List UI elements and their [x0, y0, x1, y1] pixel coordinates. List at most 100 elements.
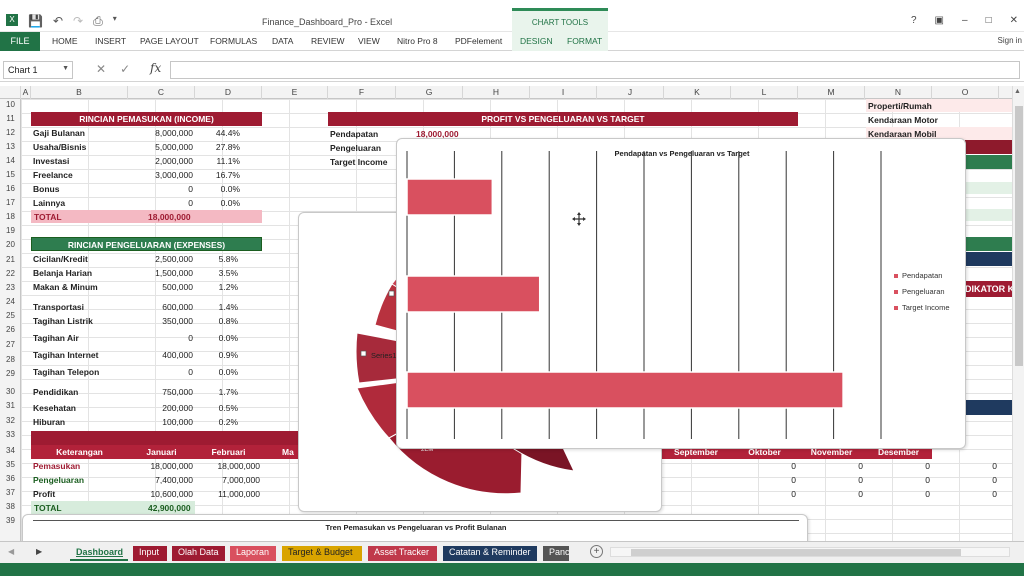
col-header-k[interactable]: K — [664, 86, 731, 99]
close-button[interactable]: ✕ — [1010, 15, 1018, 26]
col-header-h[interactable]: H — [463, 86, 530, 99]
row-header[interactable]: 35 — [0, 460, 21, 469]
cancel-icon[interactable]: ✕ — [96, 62, 106, 76]
help-button[interactable]: ? — [911, 15, 917, 26]
expense-value: 2,500,000 — [155, 254, 193, 264]
row-header[interactable]: 32 — [0, 416, 21, 425]
sheet-tab[interactable]: Catatan & Reminder — [443, 546, 537, 561]
trend-chart[interactable]: Tren Pemasukan vs Pengeluaran vs Profit … — [22, 514, 808, 544]
row-header[interactable]: 19 — [0, 226, 21, 235]
row-header[interactable]: 29 — [0, 369, 21, 378]
row-header[interactable]: 15 — [0, 170, 21, 179]
tab-insert[interactable]: INSERT — [95, 36, 126, 46]
tab-data[interactable]: DATA — [272, 36, 293, 46]
row-header[interactable]: 25 — [0, 311, 21, 320]
bar-pendapatan[interactable] — [406, 178, 494, 216]
bar-pengeluaran[interactable] — [406, 275, 541, 313]
row-header[interactable]: 12 — [0, 128, 21, 137]
col-header-i[interactable]: I — [530, 86, 597, 99]
scroll-tabs-right-icon[interactable]: ▶ — [36, 547, 42, 556]
row-header[interactable]: 18 — [0, 212, 21, 221]
row-header[interactable]: 39 — [0, 516, 21, 525]
horizontal-scroll-thumb[interactable] — [631, 549, 961, 556]
row-header[interactable]: 14 — [0, 156, 21, 165]
col-header-g[interactable]: G — [396, 86, 463, 99]
maximize-button[interactable]: □ — [986, 15, 992, 26]
tab-format[interactable]: FORMAT — [567, 36, 602, 46]
row-header[interactable]: 22 — [0, 269, 21, 278]
sheet-tab[interactable]: Asset Tracker — [368, 546, 437, 561]
scroll-up-icon[interactable]: ▲ — [1014, 88, 1021, 95]
tab-design[interactable]: DESIGN — [520, 36, 553, 46]
file-tab[interactable]: FILE — [0, 32, 40, 51]
sheet-tab[interactable]: Input — [133, 546, 167, 561]
row-header[interactable]: 20 — [0, 240, 21, 249]
row-header[interactable]: 34 — [0, 446, 21, 455]
tab-page-layout[interactable]: PAGE LAYOUT — [140, 36, 199, 46]
row-header[interactable]: 17 — [0, 198, 21, 207]
tab-formulas[interactable]: FORMULAS — [210, 36, 257, 46]
vertical-scroll-thumb[interactable] — [1015, 106, 1023, 366]
row-header[interactable]: 37 — [0, 488, 21, 497]
name-box[interactable]: Chart 1 ▼ — [3, 61, 73, 79]
col-header-j[interactable]: J — [597, 86, 664, 99]
row-header[interactable]: 10 — [0, 100, 21, 109]
tab-pdfelement[interactable]: PDFelement — [455, 36, 502, 46]
sheet-tab[interactable]: Laporan — [230, 546, 276, 561]
col-header-m[interactable]: M — [798, 86, 865, 99]
tab-nitro[interactable]: Nitro Pro 8 — [397, 36, 438, 46]
row-header[interactable]: 23 — [0, 283, 21, 292]
col-header-e[interactable]: E — [262, 86, 328, 99]
row-header[interactable]: 27 — [0, 340, 21, 349]
col-header-o[interactable]: O — [932, 86, 999, 99]
redo-icon[interactable]: ↷ — [73, 14, 83, 29]
minimize-button[interactable]: – — [962, 15, 968, 26]
horizontal-scrollbar[interactable] — [610, 547, 1010, 557]
col-header-f[interactable]: F — [328, 86, 396, 99]
row-header[interactable]: 24 — [0, 297, 21, 306]
insert-function-icon[interactable]: fx — [150, 61, 161, 75]
col-header-b[interactable]: B — [31, 86, 128, 99]
row-header[interactable]: 13 — [0, 142, 21, 151]
row-header[interactable]: 33 — [0, 430, 21, 439]
sheet-tab[interactable]: Panc — [543, 546, 569, 561]
row-header[interactable]: 30 — [0, 387, 21, 396]
pie-handle[interactable] — [388, 290, 395, 297]
tab-view[interactable]: VIEW — [358, 36, 380, 46]
tab-home[interactable]: HOME — [52, 36, 78, 46]
bar-chart[interactable]: Pendapatan vs Pengeluaran vs Target Pend… — [396, 138, 966, 449]
bar-target-income[interactable] — [406, 371, 844, 409]
vertical-scrollbar[interactable]: ▲ — [1012, 86, 1024, 541]
row-header[interactable]: 16 — [0, 184, 21, 193]
row-header[interactable]: 38 — [0, 502, 21, 511]
col-header-a[interactable]: A — [21, 86, 31, 99]
pie-handle[interactable] — [360, 350, 367, 357]
chevron-down-icon[interactable]: ▼ — [62, 65, 69, 72]
row-header[interactable]: 28 — [0, 355, 21, 364]
col-header-l[interactable]: L — [731, 86, 798, 99]
print-preview-icon[interactable]: ⎙ — [93, 14, 103, 29]
customize-qat-icon[interactable]: ▾ — [113, 14, 117, 29]
tab-review[interactable]: REVIEW — [311, 36, 345, 46]
sheet-tab[interactable]: Dashboard — [70, 546, 128, 561]
col-header-d[interactable]: D — [195, 86, 262, 99]
row-header[interactable]: 26 — [0, 325, 21, 334]
ribbon-display-button[interactable]: ▣ — [935, 15, 944, 26]
formula-input[interactable] — [170, 61, 1020, 79]
undo-icon[interactable]: ↶ — [53, 14, 63, 29]
sheet-tab[interactable]: Target & Budget — [282, 546, 362, 561]
new-sheet-button[interactable]: + — [590, 545, 603, 558]
profit-row-label: Pengeluaran — [330, 143, 382, 153]
row-header[interactable]: 36 — [0, 474, 21, 483]
select-all-corner[interactable] — [0, 86, 21, 99]
col-header-n[interactable]: N — [865, 86, 932, 99]
scroll-tabs-left-icon[interactable]: ◀ — [8, 547, 14, 556]
row-header[interactable]: 21 — [0, 255, 21, 264]
sheet-tab[interactable]: Olah Data — [172, 546, 225, 561]
row-header[interactable]: 31 — [0, 401, 21, 410]
sign-in-link[interactable]: Sign in — [998, 36, 1022, 45]
enter-icon[interactable]: ✓ — [120, 62, 130, 76]
row-header[interactable]: 11 — [0, 114, 21, 123]
save-icon[interactable]: 💾 — [28, 14, 43, 29]
col-header-c[interactable]: C — [128, 86, 195, 99]
